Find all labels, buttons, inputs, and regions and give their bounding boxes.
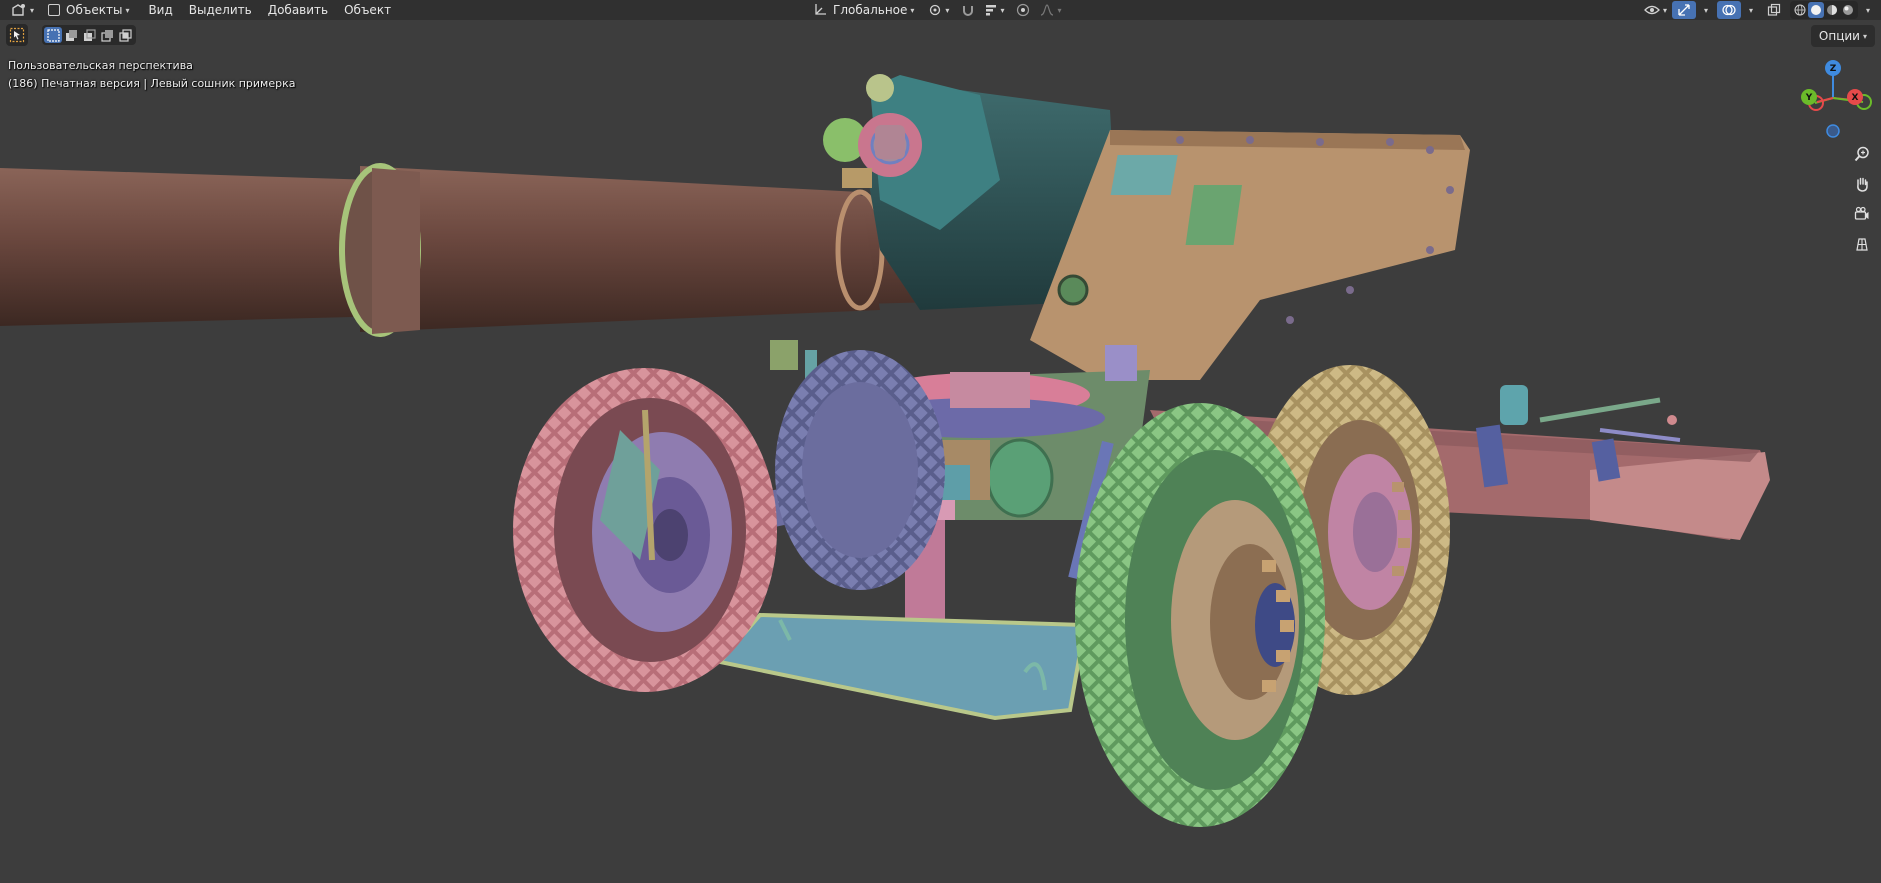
grid-ortho-icon [1856,238,1868,251]
magnet-icon [963,6,974,16]
select-box-icon [9,27,25,43]
gizmo-arrows-icon [1678,4,1690,16]
pan-button[interactable] [1847,171,1877,197]
visibility-dropdown[interactable]: ▾ [1639,1,1672,19]
pivot-point-icon [930,4,941,16]
chevron-down-icon: ▾ [1862,31,1867,41]
chevron-down-icon: ▾ [1865,5,1870,15]
chevron-down-icon: ▾ [1057,5,1062,15]
xray-icon [1767,3,1781,16]
mode-selector[interactable]: Объекты ▾ [43,1,134,19]
select-intersect-icon [118,28,132,42]
hand-icon [1857,177,1868,192]
navigation-gizmo[interactable]: Z Y X [1801,60,1872,138]
wireframe-sphere-icon [1794,4,1806,16]
material-shading-button[interactable] [1824,2,1840,18]
chevron-down-icon: ▾ [125,5,130,15]
snap-toggle[interactable] [956,1,980,19]
proportional-edit-toggle[interactable] [1011,1,1035,19]
chevron-down-icon: ▾ [1703,5,1708,15]
chevron-down-icon: ▾ [1748,5,1753,15]
select-subtract-icon [83,28,96,41]
select-invert-icon [100,29,113,42]
howitzer-model[interactable] [0,74,1770,827]
object-info-label: (186) Печатная версия | Левый сошник при… [8,77,296,90]
header-menu: Вид Выделить Добавить Объект [140,1,399,19]
orientation-axes-icon [815,4,826,15]
chevron-down-icon: ▾ [30,5,35,15]
gizmo-dropdown[interactable]: ▾ [1696,1,1713,19]
pivot-point-dropdown[interactable]: ▾ [923,1,954,19]
editor-type-button[interactable]: ▾ [6,1,39,19]
menu-view[interactable]: Вид [140,1,180,19]
chevron-down-icon: ▾ [1662,5,1667,15]
transform-orientation-dropdown[interactable]: Глобальное ▾ [808,1,919,19]
gizmo-neg-z [1826,124,1840,138]
gizmo-y-label: Y [1805,93,1813,103]
select-mode-intersect-button[interactable] [116,27,134,43]
select-mode-extend-button[interactable] [62,27,80,43]
overlays-icon [1722,4,1736,16]
xray-toggle[interactable] [1762,1,1786,19]
ortho-toggle-button[interactable] [1847,231,1877,257]
camera-icon [1854,206,1869,220]
gizmo-z-label: Z [1830,64,1837,74]
overlays-dropdown[interactable]: ▾ [1741,1,1758,19]
falloff-curve-icon [1041,4,1054,16]
orientation-label: Глобальное [833,3,908,17]
viewport-header: ▾ Объекты ▾ Вид Выделить Добавить Объект… [0,0,1881,20]
solid-shading-button[interactable] [1807,2,1824,18]
select-set-icon [46,28,60,42]
mode-label: Объекты [66,3,123,17]
options-button[interactable]: Опции ▾ [1810,25,1875,47]
wireframe-shading-button[interactable] [1792,2,1808,18]
viewport-3d-scene[interactable]: Z Y X [0,20,1881,883]
select-mode-invert-button[interactable] [98,27,116,43]
rendered-shading-button[interactable] [1840,2,1856,18]
gizmo-x-label: X [1852,93,1859,103]
overlays-toggle[interactable] [1716,1,1741,19]
perspective-label: Пользовательская перспектива [8,59,193,72]
rendered-sphere-icon [1842,5,1853,15]
material-sphere-icon [1826,5,1837,15]
tool-settings-row [6,24,136,46]
object-mode-icon [48,4,61,16]
shading-dropdown[interactable]: ▾ [1858,1,1875,19]
chevron-down-icon: ▾ [945,5,950,15]
snap-target-dropdown[interactable]: ▾ [980,1,1009,19]
selection-mode-group [42,25,136,45]
chevron-down-icon: ▾ [1000,5,1005,15]
viewport-editor-icon [12,4,25,16]
proportional-edit-icon [1017,3,1030,17]
select-mode-subtract-button[interactable] [80,27,98,43]
zoom-button[interactable] [1847,141,1877,167]
solid-sphere-icon [1810,5,1821,15]
menu-object[interactable]: Объект [336,1,399,19]
snap-increment-icon [986,5,997,16]
header-right-tools: ▾ ▾ ▾ ▾ [1639,1,1875,19]
select-mode-set-button[interactable] [44,27,62,43]
falloff-dropdown[interactable]: ▾ [1035,1,1066,19]
chevron-down-icon: ▾ [910,5,915,15]
gizmo-toggle[interactable] [1671,1,1696,19]
gun-shield [1030,130,1470,380]
options-label: Опции [1818,29,1860,43]
eye-icon [1644,5,1660,15]
menu-select[interactable]: Выделить [181,1,260,19]
active-tool-button[interactable] [6,24,28,46]
camera-view-button[interactable] [1847,201,1877,227]
zoom-icon [1854,146,1869,162]
menu-add[interactable]: Добавить [260,1,336,19]
shading-mode-group [1789,1,1858,19]
select-extend-icon [65,29,77,41]
header-center-tools: Глобальное ▾ ▾ ▾ ▾ [808,1,1066,19]
